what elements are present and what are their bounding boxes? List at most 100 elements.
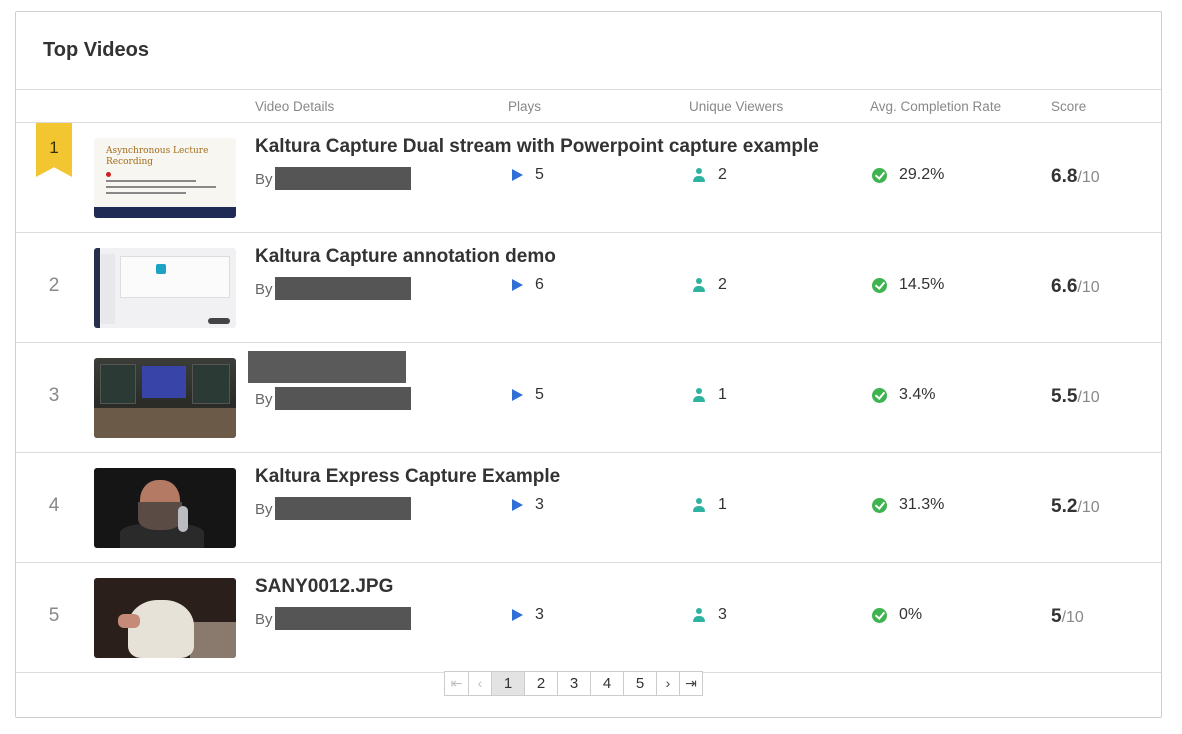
video-thumbnail[interactable]: [94, 468, 236, 548]
first-page-button[interactable]: ⇤: [445, 672, 468, 695]
play-icon: [512, 499, 523, 511]
page-button-4[interactable]: 4: [590, 672, 623, 695]
last-page-button[interactable]: ⇥: [679, 672, 702, 695]
plays-value: 6: [535, 276, 544, 293]
ribbon-badge-icon: 1: [36, 123, 72, 177]
redacted-owner-name: [275, 497, 411, 520]
viewers-value: 2: [718, 276, 727, 293]
pagination: ⇤ ‹ 1 2 3 4 5 › ⇥: [444, 671, 703, 696]
viewers-value: 2: [718, 166, 727, 183]
viewers-cell: 2: [692, 166, 727, 184]
video-owner-label: By: [255, 171, 273, 188]
thumbnail-logo: [156, 264, 166, 274]
table-row[interactable]: 5 SANY0012.JPG By 3 3 0% 5/10: [16, 563, 1161, 673]
completion-cell: 14.5%: [872, 276, 944, 294]
play-icon: [512, 279, 523, 291]
score-max: /10: [1077, 499, 1100, 516]
viewers-value: 3: [718, 606, 727, 623]
video-thumbnail[interactable]: Asynchronous Lecture Recording: [94, 138, 236, 218]
check-circle-icon: [872, 387, 887, 403]
rank-number: 4: [48, 495, 60, 516]
column-header-plays: Plays: [508, 99, 542, 114]
table-row[interactable]: 1 Asynchronous Lecture Recording Kaltura…: [16, 123, 1161, 233]
thumbnail-toolbar: [208, 318, 230, 324]
plays-cell: 6: [512, 276, 544, 294]
plays-cell: 5: [512, 386, 544, 404]
score-cell: 5.5/10: [1051, 386, 1100, 408]
score-max: /10: [1077, 389, 1100, 406]
score-max: /10: [1077, 279, 1100, 296]
column-header-unique-viewers: Unique Viewers: [689, 99, 784, 114]
table-row[interactable]: 3 By 5 1 3.4% 5.5/10: [16, 343, 1161, 453]
plays-cell: 3: [512, 496, 544, 514]
column-header-completion-rate: Avg. Completion Rate: [870, 99, 1002, 114]
thumbnail-sidebar: [94, 248, 100, 328]
thumbnail-dog: [128, 600, 194, 658]
thumbnail-desk: [94, 408, 236, 438]
table-row[interactable]: 2 Kaltura Capture annotation demo By 6 2…: [16, 233, 1161, 343]
plays-value: 3: [535, 496, 544, 513]
user-icon: [692, 388, 706, 402]
microphone-icon: [178, 506, 188, 532]
thumbnail-board: [192, 364, 230, 404]
score-value: 6.6: [1051, 276, 1078, 297]
plays-cell: 3: [512, 606, 544, 624]
page-button-5[interactable]: 5: [623, 672, 656, 695]
video-thumbnail[interactable]: [94, 248, 236, 328]
thumbnail-text-line: [106, 192, 186, 194]
check-circle-icon: [872, 277, 887, 293]
completion-value: 3.4%: [899, 386, 936, 403]
column-header-video-details: Video Details: [255, 99, 335, 114]
viewers-cell: 1: [692, 496, 727, 514]
user-icon: [692, 168, 706, 182]
video-title-link[interactable]: Kaltura Express Capture Example: [255, 466, 560, 488]
viewers-cell: 1: [692, 386, 727, 404]
video-title-link[interactable]: Kaltura Capture annotation demo: [255, 246, 556, 268]
thumbnail-text-line: [106, 186, 216, 188]
completion-value: 29.2%: [899, 166, 945, 183]
completion-cell: 29.2%: [872, 166, 944, 184]
column-header-score: Score: [1051, 99, 1087, 114]
viewers-value: 1: [718, 496, 727, 513]
video-title-link[interactable]: SANY0012.JPG: [255, 576, 393, 598]
thumbnail-board: [100, 364, 136, 404]
plays-cell: 5: [512, 166, 544, 184]
previous-page-button[interactable]: ‹: [468, 672, 491, 695]
page-button-3[interactable]: 3: [557, 672, 590, 695]
panel-title: Top Videos: [43, 39, 149, 61]
viewers-value: 1: [718, 386, 727, 403]
score-cell: 5/10: [1051, 606, 1084, 628]
plays-value: 5: [535, 386, 544, 403]
page-button-2[interactable]: 2: [524, 672, 557, 695]
score-cell: 6.6/10: [1051, 276, 1100, 298]
redacted-owner-name: [275, 387, 411, 410]
user-icon: [692, 608, 706, 622]
video-owner-label: By: [255, 281, 273, 298]
score-max: /10: [1061, 609, 1084, 626]
score-value: 5.2: [1051, 496, 1078, 517]
thumbnail-screen: [142, 366, 186, 398]
redacted-owner-name: [275, 607, 411, 630]
completion-cell: 3.4%: [872, 386, 935, 404]
completion-value: 31.3%: [899, 496, 945, 513]
completion-value: 14.5%: [899, 276, 945, 293]
table-row[interactable]: 4 Kaltura Express Capture Example By 3 1…: [16, 453, 1161, 563]
top-videos-panel: Top Videos Video Details Plays Unique Vi…: [15, 11, 1162, 718]
next-page-button[interactable]: ›: [656, 672, 679, 695]
thumbnail-beard: [138, 502, 182, 530]
score-value: 5.5: [1051, 386, 1078, 407]
thumbnail-text-line: [106, 180, 196, 182]
page-button-1[interactable]: 1: [491, 672, 524, 695]
check-circle-icon: [872, 167, 887, 183]
video-title-link[interactable]: Kaltura Capture Dual stream with Powerpo…: [255, 136, 819, 158]
thumbnail-card: [120, 256, 230, 298]
rank-number: 2: [48, 275, 60, 296]
video-thumbnail[interactable]: [94, 578, 236, 658]
check-circle-icon: [872, 607, 887, 623]
redacted-video-title[interactable]: [248, 351, 406, 383]
video-thumbnail[interactable]: [94, 358, 236, 438]
plays-value: 5: [535, 166, 544, 183]
completion-cell: 0%: [872, 606, 922, 624]
score-max: /10: [1077, 169, 1100, 186]
play-icon: [512, 169, 523, 181]
